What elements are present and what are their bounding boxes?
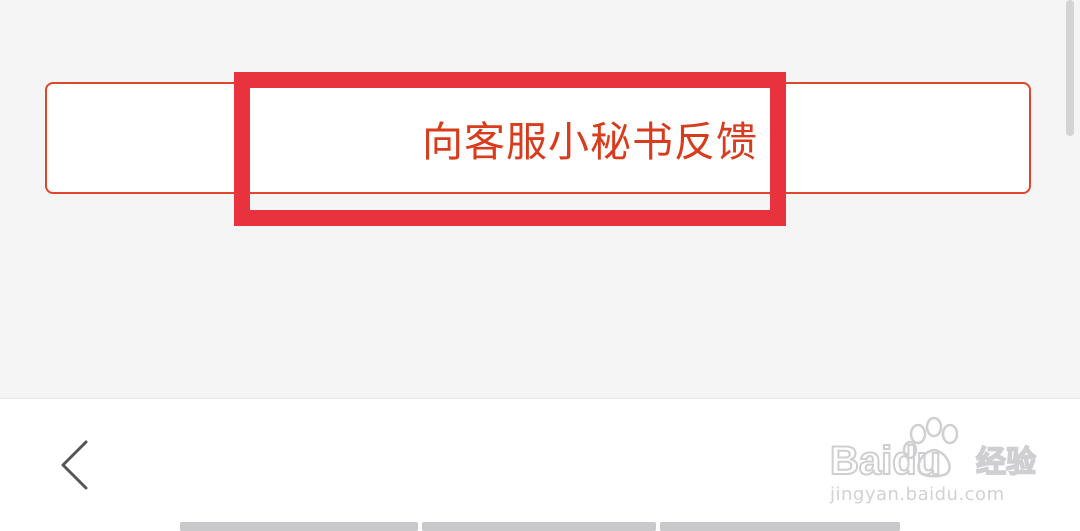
watermark-site: jingyan.baidu.com [830,484,1005,505]
chevron-left-icon [61,440,88,490]
content-area [0,0,1080,398]
bottom-tab-segment [422,522,656,531]
feedback-to-customer-service-button[interactable] [45,82,1031,194]
bottom-tab-segment [180,522,418,531]
bottom-tab-segment [660,522,900,531]
scrollbar[interactable] [1066,0,1074,136]
screen: 向客服小秘书反馈 Baidu 经验 jingyan.baidu.com [0,0,1080,531]
bottom-navigation-bar [0,398,1080,531]
back-button[interactable] [48,432,108,498]
